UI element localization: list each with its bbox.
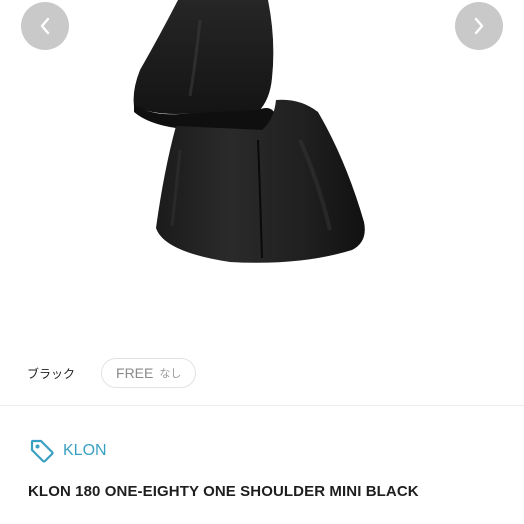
variant-row: ブラック FREE なし xyxy=(0,356,524,390)
product-image xyxy=(133,0,365,263)
chevron-left-icon xyxy=(40,17,50,35)
product-title: KLON 180 ONE-EIGHTY ONE SHOULDER MINI BL… xyxy=(28,483,419,500)
section-divider xyxy=(0,405,524,406)
product-image-gallery[interactable] xyxy=(0,0,524,335)
size-option-chip[interactable]: FREE なし xyxy=(101,358,197,388)
brand-link[interactable]: KLON xyxy=(29,438,107,464)
size-label: FREE xyxy=(116,365,154,381)
stock-status: なし xyxy=(159,368,182,380)
next-image-button[interactable] xyxy=(455,2,503,50)
tag-icon xyxy=(30,439,54,463)
brand-name: KLON xyxy=(63,442,107,459)
chevron-right-icon xyxy=(474,17,484,35)
color-name: ブラック xyxy=(27,366,76,381)
previous-image-button[interactable] xyxy=(21,2,69,50)
